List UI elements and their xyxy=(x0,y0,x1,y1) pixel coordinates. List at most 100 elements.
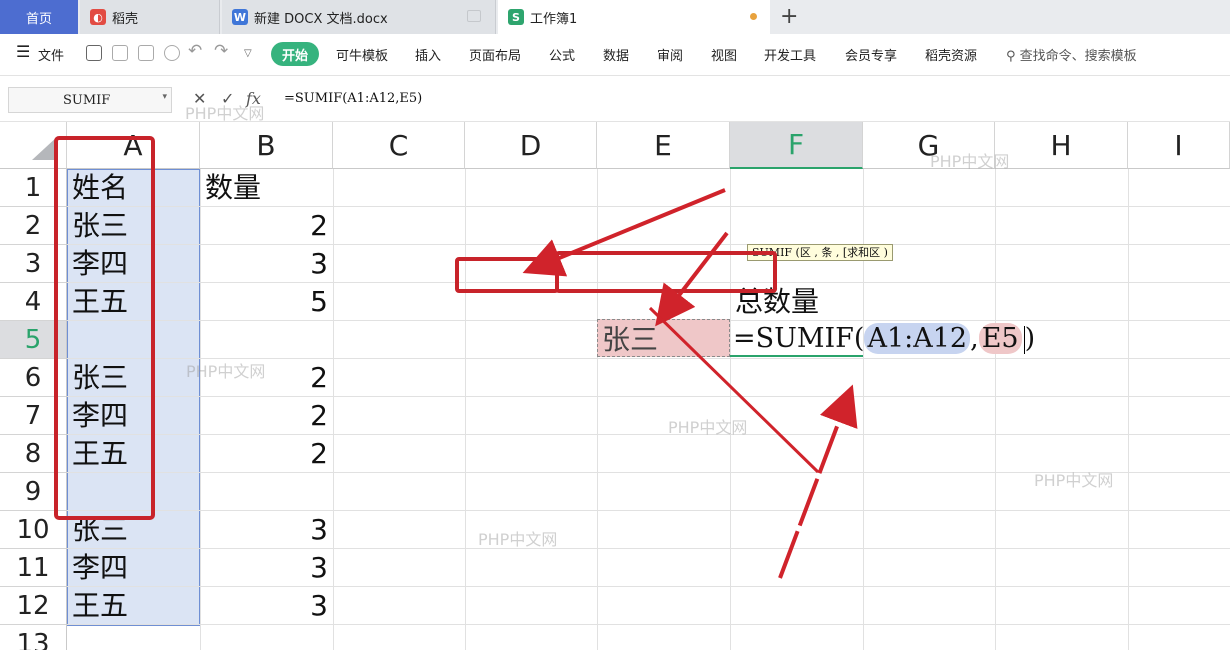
new-tab-plus-icon[interactable]: + xyxy=(780,4,798,29)
tab-home[interactable]: 首页 xyxy=(0,0,78,34)
more-dropdown-icon[interactable]: ▽ xyxy=(244,48,252,59)
cell-b10[interactable]: 3 xyxy=(200,511,328,549)
row-header-5[interactable]: 5 xyxy=(0,321,67,359)
row-header-2[interactable]: 2 xyxy=(0,207,67,245)
col-header-h[interactable]: H xyxy=(995,122,1128,169)
tab-daoke[interactable]: ◐ 稻壳 xyxy=(80,0,220,34)
row-header-7[interactable]: 7 xyxy=(0,397,67,435)
cell-e5[interactable]: 张三 xyxy=(602,321,658,359)
gridline xyxy=(995,169,996,650)
menu-daoke-resources[interactable]: 稻壳资源 xyxy=(925,45,977,64)
cell-a6[interactable]: 张三 xyxy=(72,359,128,397)
preview-icon[interactable] xyxy=(164,45,180,61)
formula-input[interactable]: =SUMIF(A1:A12,E5) xyxy=(278,86,1218,114)
col-header-a[interactable]: A xyxy=(67,122,200,169)
redo-icon[interactable]: ↷ xyxy=(214,41,228,61)
command-search-label: 查找命令、搜索模板 xyxy=(1019,49,1137,64)
cell-b8[interactable]: 2 xyxy=(200,435,328,473)
menu-view[interactable]: 视图 xyxy=(711,45,737,64)
row-header-10[interactable]: 10 xyxy=(0,511,67,549)
menu-review[interactable]: 审阅 xyxy=(657,45,683,64)
col-header-f[interactable]: F xyxy=(730,122,863,169)
cell-a3[interactable]: 李四 xyxy=(72,245,128,283)
command-search[interactable]: ⚲ 查找命令、搜索模板 xyxy=(1006,45,1137,64)
menu-formula[interactable]: 公式 xyxy=(549,45,575,64)
row-header-11[interactable]: 11 xyxy=(0,549,67,587)
col-header-i[interactable]: I xyxy=(1128,122,1230,169)
menu-bar: ☰ 文件 ↶ ↷ ▽ 开始 可牛模板 插入 页面布局 公式 数据 审阅 视图 开… xyxy=(0,34,1230,76)
formula-separator: , xyxy=(970,323,979,354)
cell-a8[interactable]: 王五 xyxy=(72,435,128,473)
cell-b12[interactable]: 3 xyxy=(200,587,328,625)
gridline xyxy=(1128,169,1129,650)
formula-range-ref: A1:A12 xyxy=(864,323,971,354)
gridline xyxy=(863,169,864,650)
daoke-icon: ◐ xyxy=(90,9,106,25)
cell-a4[interactable]: 王五 xyxy=(72,283,128,321)
monitor-icon[interactable] xyxy=(467,10,481,22)
cell-a11[interactable]: 李四 xyxy=(72,549,128,587)
sheet-icon: S xyxy=(508,9,524,25)
name-box-value: SUMIF xyxy=(63,93,111,108)
cell-a7[interactable]: 李四 xyxy=(72,397,128,435)
cell-f4[interactable]: 总数量 xyxy=(735,283,819,321)
export-icon[interactable] xyxy=(112,45,128,61)
hamburger-icon[interactable]: ☰ xyxy=(16,42,30,61)
select-all-corner[interactable] xyxy=(0,122,67,169)
cell-a10[interactable]: 张三 xyxy=(72,511,128,549)
in-cell-formula[interactable]: =SUMIF(A1:A12, E5) xyxy=(733,319,1035,359)
cell-a12[interactable]: 王五 xyxy=(72,587,128,625)
gridline xyxy=(597,169,598,650)
menu-developer[interactable]: 开发工具 xyxy=(764,45,816,64)
formula-prefix: =SUMIF( xyxy=(733,323,865,354)
menu-start[interactable]: 开始 xyxy=(271,42,319,66)
tab-docx-label: 新建 DOCX 文档.docx xyxy=(254,11,388,27)
cell-b7[interactable]: 2 xyxy=(200,397,328,435)
row-header-6[interactable]: 6 xyxy=(0,359,67,397)
row-header-12[interactable]: 12 xyxy=(0,587,67,625)
watermark: PHP中文网 xyxy=(668,418,748,437)
col-header-e[interactable]: E xyxy=(597,122,730,169)
col-header-c[interactable]: C xyxy=(333,122,465,169)
row-header-8[interactable]: 8 xyxy=(0,435,67,473)
name-box[interactable]: SUMIF ▾ xyxy=(8,87,172,113)
search-icon: ⚲ xyxy=(1006,49,1016,64)
watermark: PHP中文网 xyxy=(185,104,265,123)
row-header-13[interactable]: 13 xyxy=(0,625,67,650)
cell-b11[interactable]: 3 xyxy=(200,549,328,587)
menu-page-layout[interactable]: 页面布局 xyxy=(469,45,521,64)
formula-suffix: ) xyxy=(1024,323,1036,354)
menu-template[interactable]: 可牛模板 xyxy=(336,45,388,64)
chevron-down-icon[interactable]: ▾ xyxy=(162,92,167,102)
col-header-d[interactable]: D xyxy=(465,122,597,169)
menu-file[interactable]: 文件 xyxy=(38,45,64,64)
gridline xyxy=(333,169,334,650)
col-header-b[interactable]: B xyxy=(200,122,333,169)
word-icon: W xyxy=(232,9,248,25)
spreadsheet-app: 首页 ◐ 稻壳 W 新建 DOCX 文档.docx S 工作簿1 + ☰ 文件 … xyxy=(0,0,1230,650)
tab-docx[interactable]: W 新建 DOCX 文档.docx xyxy=(222,0,496,34)
print-icon[interactable] xyxy=(138,45,154,61)
cell-b4[interactable]: 5 xyxy=(200,283,328,321)
menu-insert[interactable]: 插入 xyxy=(415,45,441,64)
watermark: PHP中文网 xyxy=(478,530,558,549)
menu-vip[interactable]: 会员专享 xyxy=(845,45,897,64)
row-header-1[interactable]: 1 xyxy=(0,169,67,207)
cell-a1[interactable]: 姓名 xyxy=(72,169,128,207)
undo-icon[interactable]: ↶ xyxy=(188,41,202,61)
gridline xyxy=(730,169,731,650)
tab-daoke-label: 稻壳 xyxy=(112,11,139,27)
watermark: PHP中文网 xyxy=(186,362,266,381)
gridline xyxy=(465,169,466,650)
row-header-4[interactable]: 4 xyxy=(0,283,67,321)
row-header-9[interactable]: 9 xyxy=(0,473,67,511)
cell-a2[interactable]: 张三 xyxy=(72,207,128,245)
menu-data[interactable]: 数据 xyxy=(603,45,629,64)
row-header-3[interactable]: 3 xyxy=(0,245,67,283)
cell-b2[interactable]: 2 xyxy=(200,207,328,245)
save-icon[interactable] xyxy=(86,45,102,61)
cell-b1[interactable]: 数量 xyxy=(205,169,261,207)
cell-b3[interactable]: 3 xyxy=(200,245,328,283)
tab-workbook[interactable]: S 工作簿1 xyxy=(498,0,770,34)
sheet-grid: A B C D E F G H I 1 2 3 4 5 6 7 8 9 10 1… xyxy=(0,122,1230,650)
